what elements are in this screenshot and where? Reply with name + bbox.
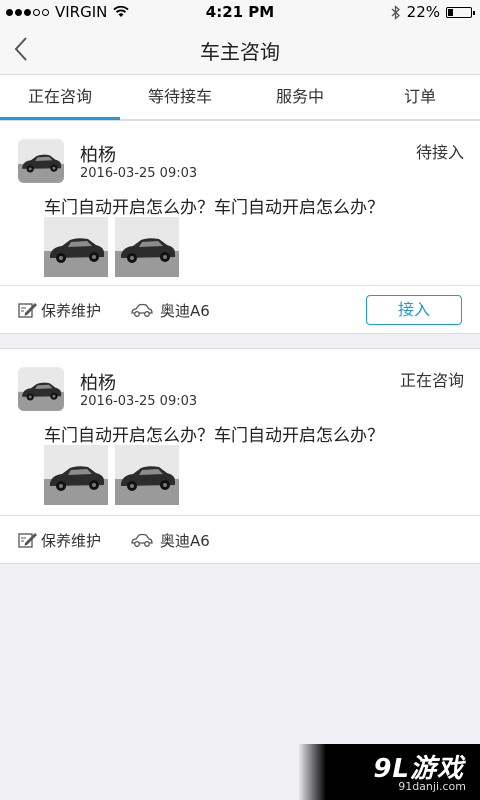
tab-in-service[interactable]: 服务中 — [240, 75, 360, 119]
consultation-card[interactable]: 柏杨 2016-03-25 09:03 正在咨询 车门自动开启怎么办？车门自动开… — [0, 348, 480, 564]
battery-percent: 22% — [406, 3, 440, 21]
customer-name: 柏杨 — [80, 145, 116, 166]
navigation-bar: 车主咨询 — [0, 24, 480, 74]
status-badge: 待接入 — [415, 143, 464, 162]
service-type: 保养维护 — [41, 532, 102, 550]
edit-document-icon — [18, 533, 37, 548]
status-badge: 正在咨询 — [399, 371, 464, 390]
car-model: 奥迪A6 — [160, 532, 210, 550]
consultation-card[interactable]: 柏杨 2016-03-25 09:03 待接入 车门自动开启怎么办？车门自动开启… — [0, 120, 480, 334]
avatar — [18, 139, 64, 183]
consult-time: 2016-03-25 09:03 — [80, 166, 198, 181]
tab-consulting[interactable]: 正在咨询 — [0, 75, 120, 120]
photo-thumbnail[interactable] — [115, 217, 179, 277]
customer-name: 柏杨 — [80, 373, 116, 394]
tab-awaiting-pickup[interactable]: 等待接车 — [120, 75, 240, 119]
watermark: 9L游戏 91danji.com — [298, 744, 480, 800]
accept-button[interactable]: 接入 — [366, 295, 462, 325]
photo-thumbnail[interactable] — [44, 445, 108, 505]
edit-document-icon — [18, 303, 37, 318]
status-bar: VIRGIN 4:21 PM 22% — [0, 0, 480, 24]
page-title: 车主咨询 — [200, 40, 280, 64]
car-icon — [131, 303, 153, 317]
avatar — [18, 367, 64, 411]
tab-orders[interactable]: 订单 — [360, 75, 480, 119]
watermark-site: 91danji.com — [398, 780, 466, 793]
tab-bar: 正在咨询 等待接车 服务中 订单 — [0, 74, 480, 120]
photo-thumbnail[interactable] — [44, 217, 108, 277]
service-type: 保养维护 — [41, 302, 102, 320]
battery-icon — [446, 6, 475, 18]
question-text: 车门自动开启怎么办？车门自动开启怎么办？ — [44, 198, 384, 218]
question-text: 车门自动开启怎么办？车门自动开启怎么办？ — [44, 426, 384, 446]
consult-time: 2016-03-25 09:03 — [80, 394, 198, 409]
card-footer: 保养维护 奥迪A6 — [0, 515, 480, 564]
car-icon — [131, 533, 153, 547]
card-footer: 保养维护 奥迪A6 接入 — [0, 285, 480, 334]
photo-thumbnail[interactable] — [115, 445, 179, 505]
bluetooth-icon — [391, 4, 400, 20]
car-model: 奥迪A6 — [160, 302, 210, 320]
